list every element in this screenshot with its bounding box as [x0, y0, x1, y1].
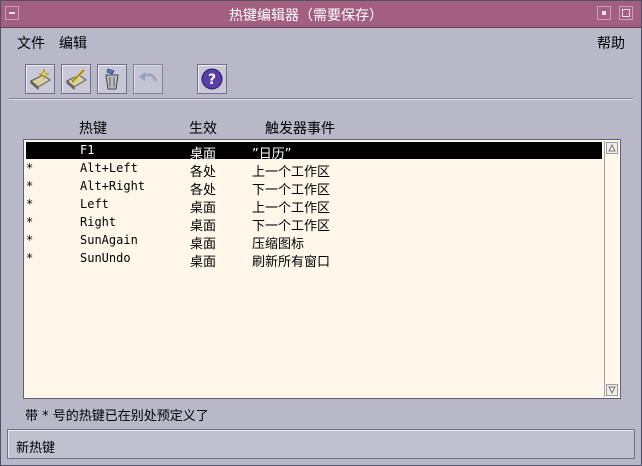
row-hotkey: Right [80, 215, 117, 229]
toolbar: ? [1, 55, 641, 99]
help-question-icon: ? [201, 68, 223, 90]
undo-button[interactable] [133, 64, 163, 94]
column-header-effect[interactable]: 生效 [189, 118, 217, 138]
scroll-up-arrow-icon[interactable] [606, 142, 618, 154]
row-effect: 桌面 [190, 255, 217, 270]
maximize-icon[interactable] [619, 6, 633, 20]
table-row[interactable]: F1 桌面 ”日历” [26, 142, 602, 162]
menu-file[interactable]: 文件 [17, 33, 45, 53]
new-hotkey-button[interactable] [25, 64, 55, 94]
title-bar[interactable]: 热键编辑器（需要保存） [1, 1, 641, 28]
delete-trash-icon [105, 68, 119, 90]
row-mark: * [26, 233, 34, 247]
table-row[interactable]: * SunAgain 桌面 压缩图标 [26, 232, 602, 252]
new-hotkey-icon [30, 68, 51, 91]
toolbar-divider [9, 98, 633, 100]
table-row[interactable]: * Left 桌面 上一个工作区 [26, 196, 602, 216]
menu-help[interactable]: 帮助 [597, 33, 625, 53]
table-row[interactable]: * Alt+Left 各处 上一个工作区 [26, 160, 602, 180]
row-hotkey: SunUndo [80, 251, 131, 265]
delete-hotkey-button[interactable] [97, 64, 127, 94]
svg-text:?: ? [208, 72, 216, 88]
status-text: 新热键 [16, 441, 56, 456]
row-mark: * [26, 179, 34, 193]
minimize-icon[interactable] [597, 6, 611, 20]
row-hotkey: Alt+Right [80, 179, 146, 193]
table-row[interactable]: * SunUndo 桌面 刷新所有窗口 [26, 250, 602, 270]
vertical-scrollbar[interactable] [604, 141, 619, 397]
row-hotkey: SunAgain [80, 233, 138, 247]
row-mark: * [26, 161, 34, 175]
edit-hotkey-icon [66, 68, 87, 91]
row-hotkey: Left [80, 197, 109, 211]
undo-arrow-icon [139, 72, 158, 82]
column-header-trigger[interactable]: 触发器事件 [265, 118, 335, 138]
row-trigger-event: 刷新所有窗口 [252, 255, 331, 270]
menu-edit[interactable]: 编辑 [59, 33, 87, 53]
edit-hotkey-button[interactable] [61, 64, 91, 94]
scroll-down-arrow-icon[interactable] [606, 384, 618, 396]
row-mark: * [26, 251, 34, 265]
window-menu-icon[interactable] [5, 6, 19, 20]
predefined-note: 带 * 号的热键已在别处预定义了 [25, 409, 209, 424]
hotkey-list[interactable]: F1 桌面 ”日历” * Alt+Left 各处 上一个工作区 * Alt+Right 各处 下一个… [23, 139, 621, 399]
row-mark: * [26, 215, 34, 229]
row-hotkey: Alt+Left [80, 161, 138, 175]
row-hotkey: F1 [80, 143, 95, 157]
hotkey-editor-window: 热键编辑器（需要保存） 文件 编辑 帮助 ? 热键 生效 触发器事件 F1 桌面… [0, 0, 642, 466]
menu-bar: 文件 编辑 帮助 [1, 28, 641, 54]
column-header-hotkey[interactable]: 热键 [79, 118, 107, 138]
table-row[interactable]: * Alt+Right 各处 下一个工作区 [26, 178, 602, 198]
window-title: 热键编辑器（需要保存） [229, 8, 383, 24]
help-button[interactable]: ? [197, 64, 227, 94]
row-mark: * [26, 197, 34, 211]
table-row[interactable]: * Right 桌面 下一个工作区 [26, 214, 602, 234]
status-bar: 新热键 [7, 429, 635, 459]
